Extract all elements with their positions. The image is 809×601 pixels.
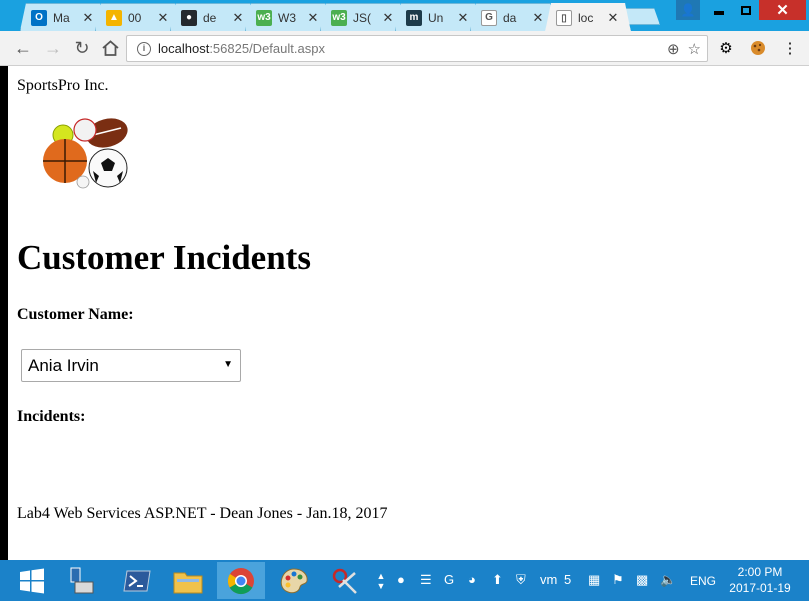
restore-button[interactable] (732, 0, 759, 20)
screen: O Ma ✕ ▲ 00 ✕ ● de ✕ w3 W3 ✕ w3 JS( ✕ m Un ✕ Gda ✕ ▯ loc ✕ 👤 ✕… (0, 0, 809, 601)
clock-date: 2017-01-19 (729, 581, 791, 595)
tray-upload-icon[interactable]: ⬆ (492, 572, 503, 588)
browser-tab[interactable]: w3 W3 ✕ (245, 3, 331, 31)
browser-tab[interactable]: O Ma ✕ (20, 3, 106, 31)
browser-tab[interactable]: w3 JS( ✕ (320, 3, 406, 31)
taskbar-scroll-arrows[interactable]: ▲ ▼ (372, 562, 390, 599)
close-window-button[interactable]: ✕ (759, 0, 806, 20)
google-drive-icon: ▲ (106, 10, 122, 26)
customer-select[interactable]: Ania Irvin ▼ (21, 349, 241, 382)
w3schools-icon: w3 (256, 10, 272, 26)
volume-icon[interactable]: 🔈 (660, 572, 676, 588)
info-icon[interactable]: i (137, 41, 151, 56)
tab-close-icon[interactable]: ✕ (81, 10, 95, 26)
clock-time: 2:00 PM (737, 565, 783, 579)
bookmark-star-icon[interactable]: ☆ (688, 40, 701, 58)
page-icon: ▯ (556, 10, 572, 26)
tray-icon-1[interactable]: ● (397, 572, 405, 587)
browser-toolbar: ← → ↻ i localhost:56825/Default.aspx ⊕ ☆… (0, 31, 809, 66)
tab-label: Un (428, 10, 444, 25)
browser-tab[interactable]: ● de ✕ (170, 3, 256, 31)
incidents-label: Incidents: (17, 408, 86, 425)
url-host: localhost (158, 41, 210, 56)
settings-gear-icon[interactable]: ⚙ (717, 39, 735, 57)
home-button[interactable] (99, 37, 121, 59)
tray-icon-3[interactable]: G (444, 572, 454, 587)
web-page: SportsPro Inc. Customer Incidents Custom… (8, 66, 807, 560)
tray-html5-icon[interactable]: 5 (564, 572, 571, 587)
tab-label: JS( (353, 10, 371, 25)
w3schools-icon: w3 (331, 10, 347, 26)
tab-label: W3 (278, 10, 296, 25)
tray-shield-icon[interactable]: ⛨ (516, 572, 526, 588)
company-name: SportsPro Inc. (17, 77, 109, 94)
tab-label: loc (578, 11, 594, 25)
tab-close-icon[interactable]: ✕ (531, 10, 545, 26)
powershell-icon[interactable] (115, 562, 159, 599)
tray-vm-icon[interactable]: vm (540, 572, 557, 587)
language-indicator[interactable]: ENG (690, 574, 716, 588)
browser-tab[interactable]: ▲ 00 ✕ (95, 3, 181, 31)
tray-network-icon[interactable]: ▩ (636, 572, 648, 588)
google-icon: G (481, 10, 497, 26)
outlook-icon: O (31, 10, 47, 26)
tab-label: de (203, 10, 217, 25)
zoom-icon[interactable]: ⊕ (667, 40, 680, 58)
tab-strip: O Ma ✕ ▲ 00 ✕ ● de ✕ w3 W3 ✕ w3 JS( ✕ m Un ✕ Gda ✕ ▯ loc ✕ 👤 ✕ (0, 0, 809, 31)
address-bar[interactable]: i localhost:56825/Default.aspx ⊕ ☆ (126, 35, 708, 62)
tab-close-icon[interactable]: ✕ (231, 10, 245, 26)
snipping-tool-icon[interactable] (323, 562, 367, 599)
tray-flag-icon[interactable]: ⚑ (612, 572, 624, 588)
tray-app-icon[interactable]: ▦ (588, 572, 600, 588)
tab-close-icon[interactable]: ✕ (456, 10, 470, 26)
tab-close-icon[interactable]: ✕ (306, 10, 320, 26)
forward-button[interactable]: → (42, 37, 64, 59)
browser-tab[interactable]: m Un ✕ (395, 3, 481, 31)
server-manager-icon[interactable] (60, 562, 104, 599)
start-windows-icon[interactable] (10, 562, 54, 599)
window-edge (0, 66, 8, 560)
browser-tab[interactable]: Gda ✕ (470, 3, 556, 31)
browser-tab[interactable]: ▯ loc ✕ (545, 3, 631, 31)
page-title: Customer Incidents (17, 238, 311, 277)
tab-label: Ma (53, 10, 70, 25)
tab-close-icon[interactable]: ✕ (606, 10, 620, 26)
file-explorer-icon[interactable] (166, 562, 210, 599)
minimize-button[interactable] (705, 0, 732, 20)
paint-icon[interactable] (272, 562, 316, 599)
chrome-icon[interactable] (217, 562, 265, 599)
tray-icon-2[interactable]: ☰ (420, 572, 432, 588)
tab-label: da (503, 10, 517, 25)
back-button[interactable]: ← (12, 37, 34, 59)
menu-icon[interactable]: ⋮ (781, 39, 799, 57)
windows-taskbar: ▲ ▼ ● ☰ G ◕ ⬆ ⛨ vm 5 ▦ ⚑ ▩ 🔈 ENG 2:00 PM … (0, 560, 809, 601)
page-footer: Lab4 Web Services ASP.NET - Dean Jones -… (17, 505, 388, 522)
url-path: :56825/Default.aspx (209, 41, 325, 56)
customer-select-value: Ania Irvin (28, 355, 99, 375)
system-clock[interactable]: 2:00 PM 2017-01-19 (726, 564, 794, 596)
tray-icon-4[interactable]: ◕ (468, 572, 476, 587)
tab-close-icon[interactable]: ✕ (381, 10, 395, 26)
profile-icon[interactable]: 👤 (676, 0, 700, 20)
customer-name-label: Customer Name: (17, 306, 134, 323)
cookie-extension-icon[interactable] (749, 39, 767, 57)
reload-button[interactable]: ↻ (71, 37, 93, 59)
tab-close-icon[interactable]: ✕ (156, 10, 170, 26)
m-icon: m (406, 10, 422, 26)
dropdown-arrow-icon: ▼ (223, 359, 233, 370)
tab-label: 00 (128, 10, 142, 25)
sports-balls-logo (43, 118, 128, 189)
github-icon: ● (181, 10, 197, 26)
